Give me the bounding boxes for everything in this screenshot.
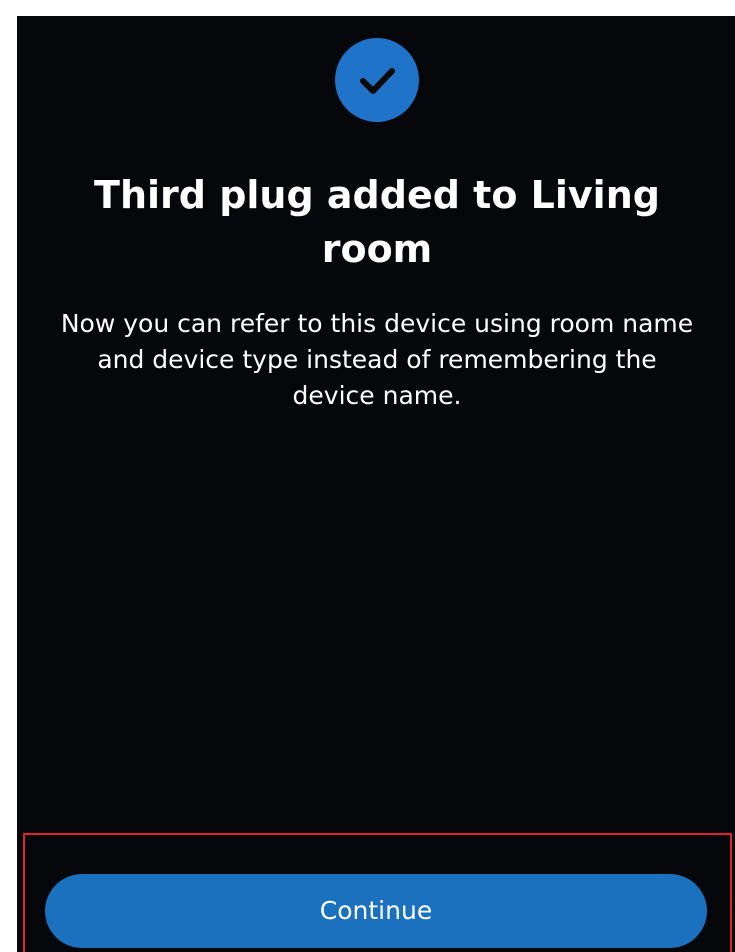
page-title: Third plug added to Living room [94, 173, 660, 271]
page-description: Now you can refer to this device using r… [60, 309, 694, 410]
checkmark-icon [360, 68, 395, 94]
success-badge [335, 38, 419, 122]
confirmation-screen: Third plug added to Living room Now you … [17, 16, 735, 952]
continue-button[interactable]: Continue [45, 874, 707, 948]
